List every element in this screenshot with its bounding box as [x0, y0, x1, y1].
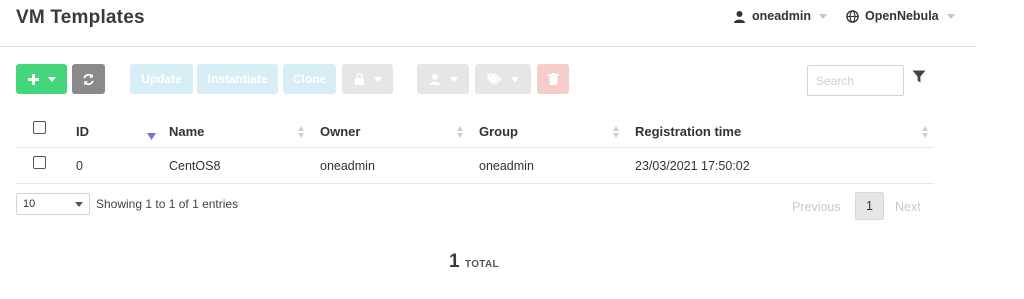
zone-name: OpenNebula [865, 9, 939, 23]
pagination-page-1[interactable]: 1 [855, 192, 884, 220]
select-all-checkbox[interactable] [33, 121, 46, 134]
pagination-previous[interactable]: Previous [792, 200, 841, 214]
sort-icon[interactable] [457, 126, 463, 138]
cell-group: oneadmin [479, 159, 534, 173]
plus-icon [27, 73, 39, 85]
delete-button[interactable] [537, 64, 569, 94]
table-header: ID Name Owner Group Registration time [16, 115, 934, 148]
chevron-down-icon [75, 202, 83, 207]
top-bar: VM Templates oneadmin OpenNebula [0, 0, 976, 47]
pagination-next[interactable]: Next [895, 200, 921, 214]
labels-button[interactable] [475, 64, 531, 94]
cell-owner: oneadmin [320, 159, 375, 173]
column-header-registration-time[interactable]: Registration time [635, 124, 741, 139]
user-icon [429, 73, 440, 85]
total-count: 1 [449, 251, 460, 272]
lock-button[interactable] [342, 64, 393, 94]
column-header-owner[interactable]: Owner [320, 124, 360, 139]
sort-icon[interactable] [613, 126, 619, 138]
globe-icon [846, 9, 859, 23]
column-header-name[interactable]: Name [169, 124, 204, 139]
lock-icon [354, 73, 364, 85]
table-row[interactable]: 0 CentOS8 oneadmin oneadmin 23/03/2021 1… [16, 149, 934, 184]
refresh-button[interactable] [72, 64, 105, 94]
refresh-icon [83, 73, 94, 85]
clone-button[interactable]: Clone [283, 64, 336, 94]
column-header-id[interactable]: ID [76, 124, 89, 139]
trash-icon [547, 73, 559, 85]
page-length-select[interactable]: 10 [16, 193, 90, 215]
create-button[interactable] [16, 64, 67, 94]
change-owner-button[interactable] [417, 64, 469, 94]
sort-icon[interactable] [298, 126, 304, 138]
tags-icon [487, 73, 502, 85]
chevron-down-icon [946, 13, 955, 19]
row-checkbox[interactable] [33, 156, 46, 169]
column-header-group[interactable]: Group [479, 124, 518, 139]
chevron-down-icon [511, 76, 519, 82]
sort-icon[interactable] [922, 126, 928, 138]
chevron-down-icon [47, 76, 56, 82]
user-menu[interactable]: oneadmin [733, 9, 828, 23]
total-label: TOTAL [465, 259, 499, 270]
chevron-down-icon [819, 13, 828, 19]
cell-id: 0 [76, 159, 83, 173]
page-length-value: 10 [23, 198, 36, 210]
chevron-down-icon [373, 76, 382, 82]
cell-registration-time: 23/03/2021 17:50:02 [635, 159, 750, 173]
search-input[interactable] [807, 65, 904, 96]
sort-desc-icon[interactable] [147, 133, 156, 140]
filter-icon[interactable] [912, 70, 926, 83]
user-name: oneadmin [752, 9, 812, 23]
table-info: Showing 1 to 1 of 1 entries [96, 197, 239, 211]
update-button[interactable]: Update [130, 64, 193, 94]
user-icon [734, 10, 745, 23]
page-title: VM Templates [16, 7, 145, 28]
cell-name: CentOS8 [169, 159, 221, 173]
chevron-down-icon [449, 76, 458, 82]
instantiate-button[interactable]: Instantiate [197, 64, 278, 94]
zone-menu[interactable]: OpenNebula [846, 9, 955, 23]
